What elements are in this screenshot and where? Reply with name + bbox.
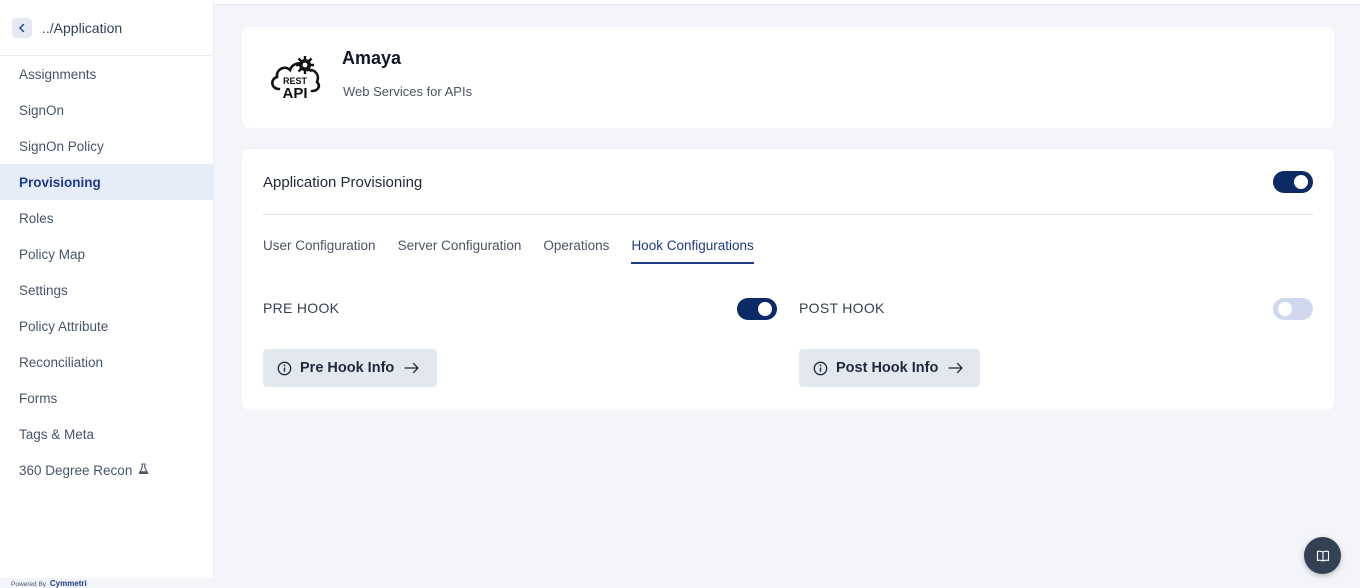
sidebar-item-label: Reconciliation xyxy=(19,354,104,370)
post-hook-info-button[interactable]: Post Hook Info xyxy=(799,349,980,387)
sidebar-item-label: Settings xyxy=(19,282,68,298)
sidebar-item-label: Policy Attribute xyxy=(19,318,109,334)
top-bar xyxy=(214,0,1360,5)
sidebar-item-360-degree-recon[interactable]: 360 Degree Recon xyxy=(0,452,213,488)
sidebar-item-policy-attribute[interactable]: Policy Attribute xyxy=(0,308,213,344)
tab-server-configuration[interactable]: Server Configuration xyxy=(398,238,522,264)
arrow-right-icon xyxy=(404,362,420,374)
tab-user-configuration[interactable]: User Configuration xyxy=(263,238,376,264)
brand-logo: Cymmetri xyxy=(49,579,87,588)
sidebar-item-label: Forms xyxy=(19,390,58,406)
sidebar: ../Application Assignments SignOn SignOn… xyxy=(0,0,214,578)
sidebar-item-label: Roles xyxy=(19,210,54,226)
help-book-button[interactable] xyxy=(1304,537,1341,574)
book-icon xyxy=(1316,550,1329,562)
provisioning-card: Application Provisioning User Configurat… xyxy=(242,149,1334,410)
provisioning-toggle[interactable] xyxy=(1273,171,1313,193)
divider xyxy=(263,214,1313,215)
toggle-knob xyxy=(758,302,772,316)
sidebar-item-roles[interactable]: Roles xyxy=(0,200,213,236)
arrow-right-icon xyxy=(948,362,964,374)
provisioning-title: Application Provisioning xyxy=(263,174,423,191)
sidebar-item-signon[interactable]: SignOn xyxy=(0,92,213,128)
info-icon xyxy=(277,361,292,376)
pre-hook-info-button[interactable]: Pre Hook Info xyxy=(263,349,437,387)
pre-hook-label: PRE HOOK xyxy=(263,300,340,316)
powered-by-label: Powered By xyxy=(11,581,47,588)
application-card: REST API Amaya Web Services for APIs xyxy=(242,27,1334,128)
application-name: Amaya xyxy=(342,48,402,68)
post-hook-label: POST HOOK xyxy=(799,300,885,316)
sidebar-item-label: SignOn Policy xyxy=(19,138,104,154)
sidebar-item-label: SignOn xyxy=(19,102,65,118)
logo-text-api: API xyxy=(282,85,307,101)
sidebar-item-assignments[interactable]: Assignments xyxy=(0,56,213,92)
sidebar-item-label: Provisioning xyxy=(19,174,101,190)
info-icon xyxy=(813,361,828,376)
sidebar-item-label: Tags & Meta xyxy=(19,426,95,442)
sidebar-item-provisioning[interactable]: Provisioning xyxy=(0,164,213,200)
rest-api-logo-icon: REST API xyxy=(271,56,321,101)
provisioning-tabs: User Configuration Server Configuration … xyxy=(263,238,776,264)
sidebar-item-reconciliation[interactable]: Reconciliation xyxy=(0,344,213,380)
sidebar-nav: Assignments SignOn SignOn Policy Provisi… xyxy=(0,56,213,488)
sidebar-item-label: Policy Map xyxy=(19,246,86,262)
powered-by-footer: Powered By Cymmetri xyxy=(11,580,87,588)
sidebar-item-label: Assignments xyxy=(19,66,97,82)
post-hook-toggle[interactable] xyxy=(1273,298,1313,320)
tab-hook-configurations[interactable]: Hook Configurations xyxy=(631,238,754,264)
flask-icon xyxy=(138,462,149,478)
breadcrumb[interactable]: ../Application xyxy=(42,20,122,36)
toggle-knob xyxy=(1294,175,1308,189)
application-description: Web Services for APIs xyxy=(343,84,473,99)
sidebar-item-settings[interactable]: Settings xyxy=(0,272,213,308)
tab-operations[interactable]: Operations xyxy=(543,238,609,264)
back-button[interactable] xyxy=(12,17,32,38)
sidebar-item-signon-policy[interactable]: SignOn Policy xyxy=(0,128,213,164)
pre-hook-toggle[interactable] xyxy=(737,298,777,320)
chevron-left-icon xyxy=(19,23,25,32)
sidebar-item-forms[interactable]: Forms xyxy=(0,380,213,416)
sidebar-header: ../Application xyxy=(0,0,213,56)
sidebar-item-policy-map[interactable]: Policy Map xyxy=(0,236,213,272)
sidebar-item-tags-meta[interactable]: Tags & Meta xyxy=(0,416,213,452)
sidebar-item-label: 360 Degree Recon xyxy=(19,462,133,478)
toggle-knob xyxy=(1278,302,1292,316)
post-hook-info-label: Post Hook Info xyxy=(836,360,939,376)
pre-hook-info-label: Pre Hook Info xyxy=(300,360,395,376)
